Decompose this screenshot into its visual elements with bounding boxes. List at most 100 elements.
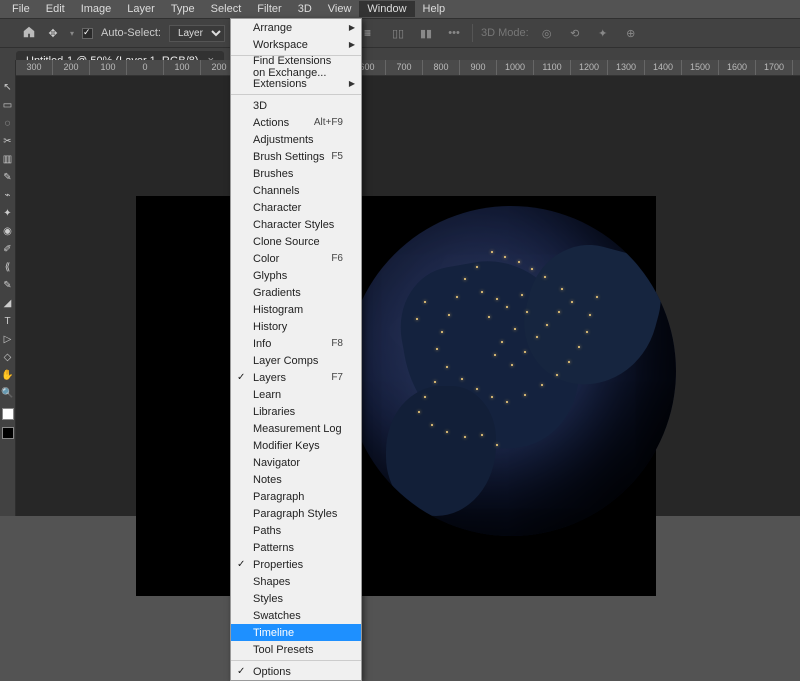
- menu-item-options[interactable]: ✓Options: [231, 663, 361, 680]
- menu-item-layer-comps[interactable]: Layer Comps: [231, 352, 361, 369]
- menu-item-shapes[interactable]: Shapes: [231, 573, 361, 590]
- menu-item-timeline[interactable]: Timeline: [231, 624, 361, 641]
- ruler-tick: 100: [90, 60, 127, 75]
- tool-13[interactable]: T: [1, 314, 15, 329]
- foreground-swatch[interactable]: [2, 408, 14, 420]
- menu-item-paragraph[interactable]: Paragraph: [231, 488, 361, 505]
- tool-15[interactable]: ◇: [1, 350, 15, 365]
- ruler-tick: 100: [164, 60, 201, 75]
- menu-image[interactable]: Image: [73, 1, 120, 17]
- menu-item-actions[interactable]: ActionsAlt+F9: [231, 114, 361, 131]
- ruler-tick: 1600: [719, 60, 756, 75]
- menu-item-paths[interactable]: Paths: [231, 522, 361, 539]
- ruler-tick: 1500: [682, 60, 719, 75]
- dropdown-icon[interactable]: ▾: [70, 29, 74, 38]
- more-icon[interactable]: •••: [444, 23, 464, 43]
- tool-8[interactable]: ◉: [1, 224, 15, 239]
- menu-item-navigator[interactable]: Navigator: [231, 454, 361, 471]
- tool-0[interactable]: ↖: [1, 80, 15, 95]
- menubar: FileEditImageLayerTypeSelectFilter3DView…: [0, 0, 800, 18]
- tool-12[interactable]: ◢: [1, 296, 15, 311]
- tool-3[interactable]: ✂: [1, 134, 15, 149]
- align-icon[interactable]: [360, 23, 380, 43]
- home-icon[interactable]: [22, 25, 36, 42]
- menu-item-brush-settings[interactable]: Brush SettingsF5: [231, 148, 361, 165]
- auto-select-label: Auto-Select:: [101, 27, 161, 39]
- menu-item-swatches[interactable]: Swatches: [231, 607, 361, 624]
- menu-item-patterns[interactable]: Patterns: [231, 539, 361, 556]
- menu-item-extensions[interactable]: Extensions▶: [231, 75, 361, 92]
- tool-10[interactable]: ⟪: [1, 260, 15, 275]
- align-icon-2[interactable]: ▯▯: [388, 23, 408, 43]
- menu-help[interactable]: Help: [415, 1, 454, 17]
- menu-item-gradients[interactable]: Gradients: [231, 284, 361, 301]
- 3d-icon-4[interactable]: ⊕: [621, 23, 641, 43]
- menu-item-workspace[interactable]: Workspace▶: [231, 36, 361, 53]
- earth-image: [346, 206, 676, 536]
- menu-item-character[interactable]: Character: [231, 199, 361, 216]
- menu-item-adjustments[interactable]: Adjustments: [231, 131, 361, 148]
- menu-item-modifier-keys[interactable]: Modifier Keys: [231, 437, 361, 454]
- tool-4[interactable]: ▥: [1, 152, 15, 167]
- menu-item-libraries[interactable]: Libraries: [231, 403, 361, 420]
- menu-item-styles[interactable]: Styles: [231, 590, 361, 607]
- canvas-area: [16, 76, 800, 516]
- menu-layer[interactable]: Layer: [119, 1, 163, 17]
- menu-filter[interactable]: Filter: [249, 1, 289, 17]
- menu-item-glyphs[interactable]: Glyphs: [231, 267, 361, 284]
- tool-2[interactable]: ◌: [1, 116, 15, 131]
- window-menu-dropdown: Arrange▶Workspace▶ Find Extensions on Exc…: [230, 18, 362, 681]
- layer-select[interactable]: Layer: [169, 25, 225, 42]
- ruler-tick: 800: [423, 60, 460, 75]
- tool-5[interactable]: ✎: [1, 170, 15, 185]
- auto-select-checkbox[interactable]: [82, 28, 93, 39]
- 3d-icon-2[interactable]: ⟲: [565, 23, 585, 43]
- menu-item-tool-presets[interactable]: Tool Presets: [231, 641, 361, 658]
- menu-3d[interactable]: 3D: [290, 1, 320, 17]
- menu-view[interactable]: View: [320, 1, 360, 17]
- align-icon-3[interactable]: ▮▮: [416, 23, 436, 43]
- menu-item-notes[interactable]: Notes: [231, 471, 361, 488]
- menu-item-3d[interactable]: 3D: [231, 97, 361, 114]
- menu-item-paragraph-styles[interactable]: Paragraph Styles: [231, 505, 361, 522]
- canvas[interactable]: [136, 196, 656, 596]
- ruler-tick: 1400: [645, 60, 682, 75]
- menu-item-brushes[interactable]: Brushes: [231, 165, 361, 182]
- tool-17[interactable]: 🔍: [1, 386, 15, 401]
- 3d-icon-1[interactable]: ◎: [537, 23, 557, 43]
- menu-item-info[interactable]: InfoF8: [231, 335, 361, 352]
- menu-item-character-styles[interactable]: Character Styles: [231, 216, 361, 233]
- ruler-tick: 1700: [756, 60, 793, 75]
- tool-14[interactable]: ▷: [1, 332, 15, 347]
- menu-item-histogram[interactable]: Histogram: [231, 301, 361, 318]
- ruler-tick: 1800: [793, 60, 800, 75]
- background-swatch[interactable]: [2, 427, 14, 439]
- menu-item-properties[interactable]: ✓Properties: [231, 556, 361, 573]
- menu-item-find-extensions-on-exchange-[interactable]: Find Extensions on Exchange...: [231, 58, 361, 75]
- menu-edit[interactable]: Edit: [38, 1, 73, 17]
- menu-select[interactable]: Select: [203, 1, 250, 17]
- menu-item-clone-source[interactable]: Clone Source: [231, 233, 361, 250]
- menu-item-color[interactable]: ColorF6: [231, 250, 361, 267]
- menu-type[interactable]: Type: [163, 1, 203, 17]
- menu-item-arrange[interactable]: Arrange▶: [231, 19, 361, 36]
- move-tool-icon[interactable]: ✥: [44, 24, 62, 42]
- menu-item-learn[interactable]: Learn: [231, 386, 361, 403]
- menu-file[interactable]: File: [4, 1, 38, 17]
- mode-label: 3D Mode:: [481, 27, 529, 39]
- tool-7[interactable]: ✦: [1, 206, 15, 221]
- menu-window[interactable]: Window: [359, 1, 414, 17]
- tool-9[interactable]: ✐: [1, 242, 15, 257]
- menu-item-layers[interactable]: ✓LayersF7: [231, 369, 361, 386]
- tool-6[interactable]: ⌁: [1, 188, 15, 203]
- tool-11[interactable]: ✎: [1, 278, 15, 293]
- menu-item-history[interactable]: History: [231, 318, 361, 335]
- separator: [472, 24, 473, 42]
- menu-item-channels[interactable]: Channels: [231, 182, 361, 199]
- menu-item-measurement-log[interactable]: Measurement Log: [231, 420, 361, 437]
- ruler-horizontal: 3002001000100200300400500600700800900100…: [16, 60, 800, 76]
- ruler-tick: 700: [386, 60, 423, 75]
- tool-16[interactable]: ✋: [1, 368, 15, 383]
- tool-1[interactable]: ▭: [1, 98, 15, 113]
- 3d-icon-3[interactable]: ✦: [593, 23, 613, 43]
